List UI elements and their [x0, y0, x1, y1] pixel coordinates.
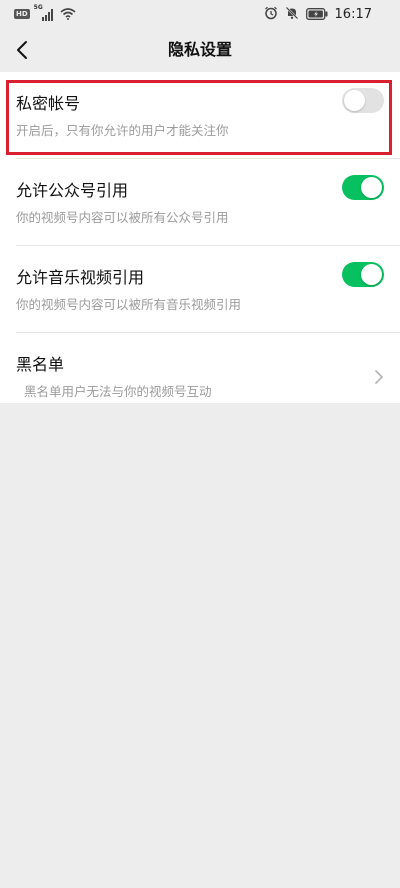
- setting-blacklist[interactable]: 黑名单 黑名单用户无法与你的视频号互动: [0, 333, 400, 403]
- setting-description: 开启后，只有你允许的用户才能关注你: [16, 123, 229, 138]
- mute-icon: [285, 5, 299, 24]
- setting-description: 你的视频号内容可以被所有公众号引用: [16, 210, 229, 225]
- setting-title: 黑名单: [16, 355, 65, 374]
- back-button[interactable]: [8, 36, 36, 64]
- status-right: 16:17: [264, 6, 372, 22]
- setting-title: 允许音乐视频引用: [16, 268, 145, 287]
- allow-music-video-quote-toggle[interactable]: [342, 262, 384, 287]
- chevron-right-icon: [375, 370, 383, 384]
- chevron-left-icon: [17, 41, 27, 59]
- setting-description: 你的视频号内容可以被所有音乐视频引用: [16, 297, 242, 312]
- private-account-toggle[interactable]: [342, 88, 384, 113]
- setting-title: 私密帐号: [16, 94, 81, 113]
- status-time: 16:17: [334, 6, 372, 22]
- hd-badge: HD: [14, 9, 30, 19]
- toggle-knob: [344, 90, 365, 111]
- page-title: 隐私设置: [167, 40, 232, 59]
- setting-allow-official-account-quote: 允许公众号引用 你的视频号内容可以被所有公众号引用: [0, 159, 400, 246]
- toggle-knob: [361, 264, 382, 285]
- wifi-icon: [60, 5, 76, 24]
- status-left: HD 5G: [14, 4, 76, 24]
- alarm-icon: [264, 5, 278, 24]
- setting-title: 允许公众号引用: [16, 181, 129, 200]
- signal-icon: 5G: [34, 4, 56, 21]
- battery-icon: [305, 5, 328, 24]
- setting-description: 黑名单用户无法与你的视频号互动: [24, 384, 212, 399]
- setting-private-account: 私密帐号 开启后，只有你允许的用户才能关注你: [0, 72, 400, 159]
- setting-allow-music-video-quote: 允许音乐视频引用 你的视频号内容可以被所有音乐视频引用: [0, 246, 400, 333]
- allow-official-account-quote-toggle[interactable]: [342, 175, 384, 200]
- status-bar: HD 5G 16:17: [0, 0, 400, 28]
- settings-list: 私密帐号 开启后，只有你允许的用户才能关注你 允许公众号引用 你的视频号内容可以…: [0, 72, 400, 403]
- toggle-knob: [361, 177, 382, 198]
- navigation-bar: 隐私设置: [0, 28, 400, 72]
